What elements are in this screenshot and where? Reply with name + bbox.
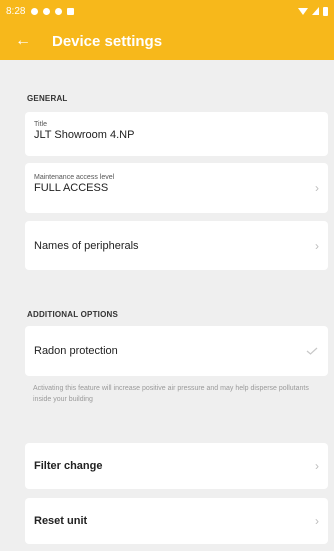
checkmark-icon <box>306 347 318 355</box>
page-title: Device settings <box>52 32 163 50</box>
section-heading-additional: ADDITIONAL OPTIONS <box>27 310 119 319</box>
notification-icon <box>67 7 75 15</box>
title-field-label: Title <box>34 121 47 128</box>
notification-icon <box>31 7 39 15</box>
radon-protection-label: Radon protection <box>34 345 118 357</box>
chevron-right-icon: › <box>315 514 319 528</box>
filter-change-item[interactable]: Filter change › <box>25 443 328 489</box>
signal-icon <box>312 7 319 15</box>
maintenance-access-label: Maintenance access level <box>34 174 115 181</box>
maintenance-access-value: FULL ACCESS <box>34 182 109 194</box>
names-of-peripherals-label: Names of peripherals <box>34 239 139 252</box>
maintenance-access-item[interactable]: Maintenance access level FULL ACCESS › <box>25 163 328 213</box>
status-bar: 8:28 <box>0 0 334 22</box>
notification-icon <box>43 7 51 15</box>
title-field[interactable]: Title JLT Showroom 4.NP <box>25 112 328 156</box>
app-bar: ← Device settings <box>0 22 334 60</box>
arrow-left-icon[interactable]: ← <box>8 32 38 50</box>
section-heading-general: GENERAL <box>27 94 68 103</box>
names-of-peripherals-item[interactable]: Names of peripherals › <box>25 221 328 270</box>
chevron-right-icon: › <box>315 238 319 253</box>
filter-change-label: Filter change <box>34 460 103 472</box>
chevron-right-icon: › <box>315 181 319 195</box>
reset-unit-item[interactable]: Reset unit › <box>25 498 328 544</box>
radon-protection-item[interactable]: Radon protection <box>25 326 328 376</box>
battery-icon <box>323 6 328 16</box>
chevron-right-icon: › <box>315 459 319 473</box>
wifi-icon <box>298 7 308 15</box>
radon-description: Activating this feature will increase po… <box>33 385 309 403</box>
title-field-value: JLT Showroom 4.NP <box>34 129 135 141</box>
notification-icon <box>55 7 63 15</box>
reset-unit-label: Reset unit <box>34 515 88 527</box>
status-time: 8:28 <box>6 5 26 17</box>
